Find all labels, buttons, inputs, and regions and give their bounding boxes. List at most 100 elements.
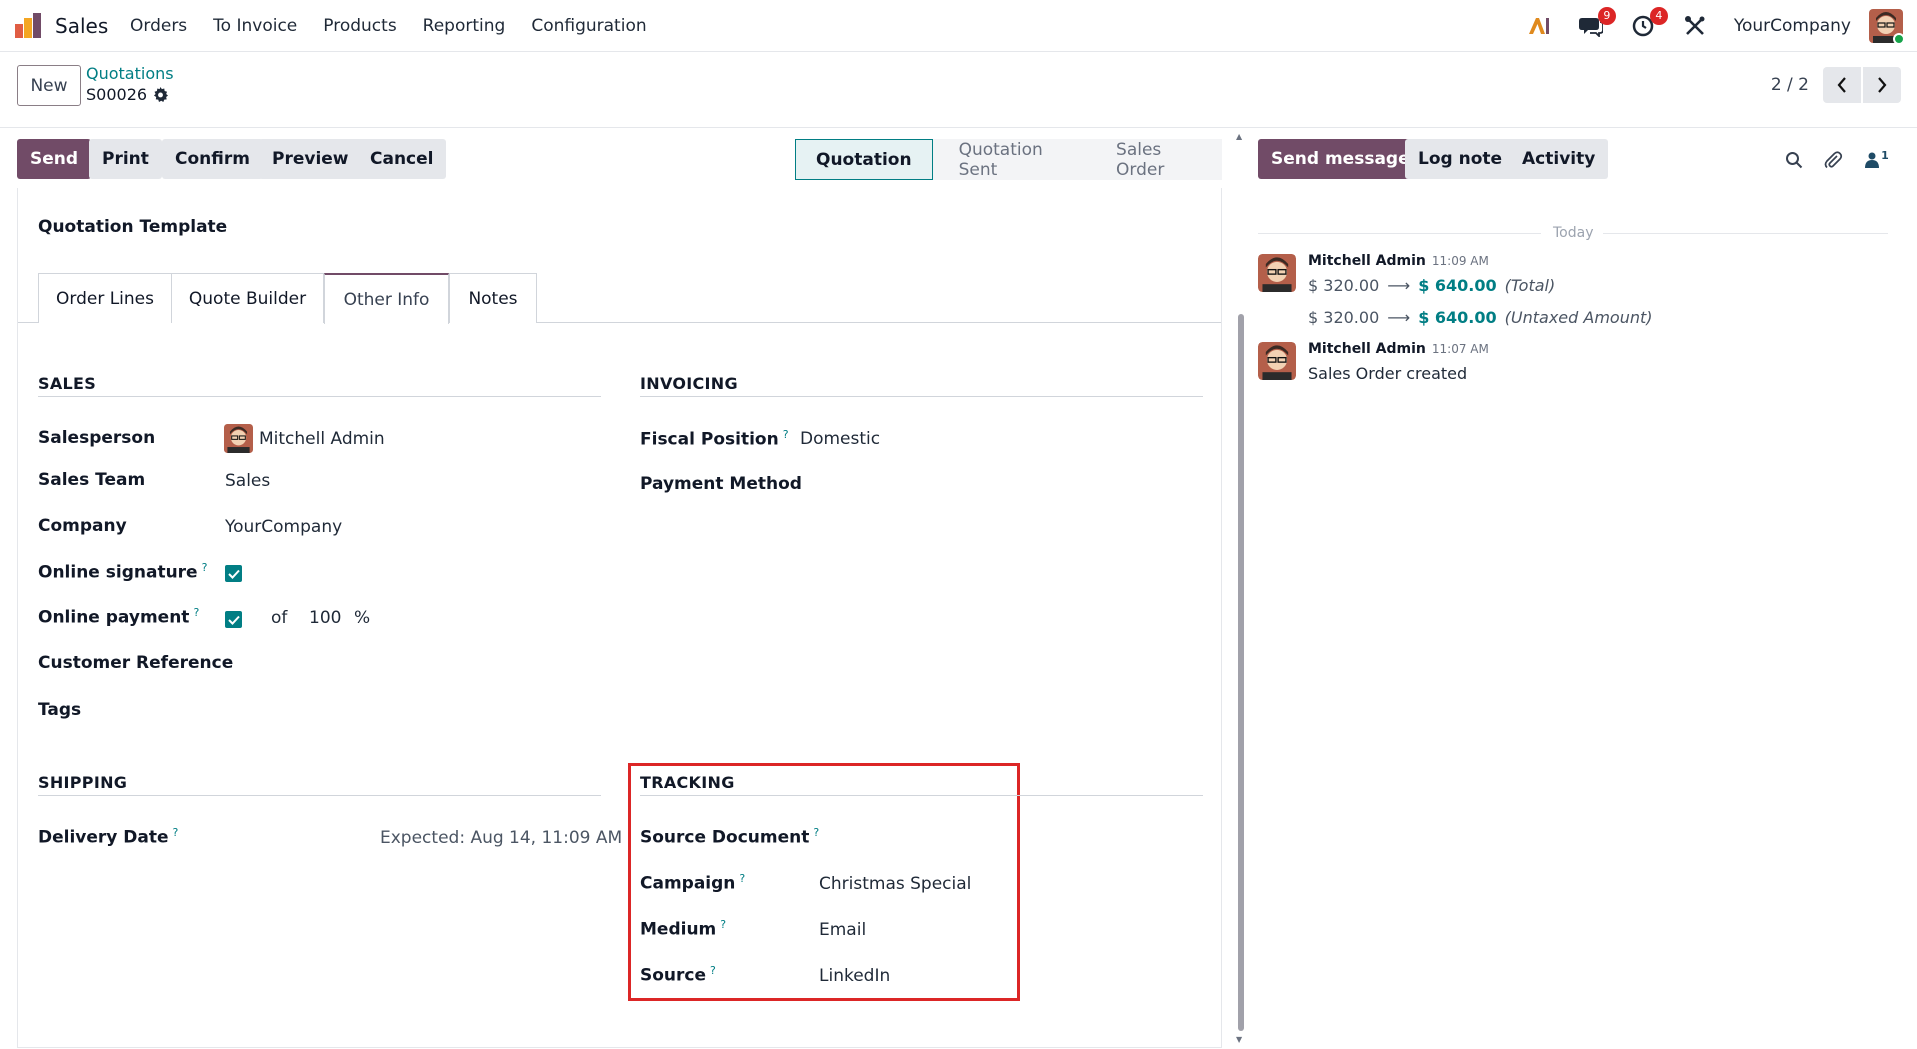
medium-value[interactable]: Email — [819, 920, 866, 940]
medium-label: Medium? — [640, 918, 727, 940]
salesperson-value: Mitchell Admin — [259, 428, 385, 449]
scroll-down-arrow[interactable]: ▼ — [1236, 1035, 1246, 1045]
today-label: Today — [1553, 225, 1594, 241]
company-switcher[interactable]: YourCompany — [1734, 16, 1851, 36]
message-author[interactable]: Mitchell Admin 11:09 AM — [1308, 253, 1489, 269]
messages-icon[interactable]: 9 — [1576, 7, 1616, 41]
company-value[interactable]: YourCompany — [225, 517, 342, 537]
message-time: 11:07 AM — [1431, 342, 1489, 356]
menu-to-invoice[interactable]: To Invoice — [213, 16, 297, 36]
salesperson-label: Salesperson — [38, 428, 156, 448]
main-menu: Orders To Invoice Products Reporting Con… — [130, 16, 673, 36]
status-quotation[interactable]: Quotation — [795, 139, 933, 180]
payment-method-input[interactable] — [800, 470, 1200, 500]
new-value: $ 640.00 — [1418, 276, 1497, 295]
breadcrumb-quotations[interactable]: Quotations — [86, 64, 174, 83]
user-avatar[interactable] — [1869, 9, 1905, 45]
customer-reference-input[interactable] — [225, 648, 595, 678]
scroll-up-arrow[interactable]: ▲ — [1236, 132, 1246, 142]
new-button[interactable]: New — [17, 65, 81, 106]
menu-reporting[interactable]: Reporting — [423, 16, 506, 36]
source-document-label: Source Document? — [640, 826, 820, 848]
message-author-avatar[interactable] — [1258, 342, 1296, 380]
ai-icon[interactable] — [1524, 11, 1554, 41]
tab-other-info[interactable]: Other Info — [324, 273, 449, 324]
pager-value[interactable]: 2 / 2 — [1771, 75, 1809, 95]
app-name[interactable]: Sales — [55, 14, 108, 38]
delivery-date-label: Delivery Date? — [38, 826, 179, 848]
payment-method-label: Payment Method — [640, 474, 802, 494]
notebook-tabs: Order Lines Quote Builder Other Info Not… — [18, 273, 1221, 324]
followers-button[interactable]: 1 — [1860, 148, 1894, 172]
tags-label: Tags — [38, 700, 82, 720]
breadcrumb-current: S00026 — [86, 85, 169, 104]
form-action-bar: Send Print Confirm Preview Cancel Quotat… — [0, 128, 1222, 188]
message-body: Sales Order created — [1308, 364, 1468, 383]
campaign-label: Campaign? — [640, 872, 746, 894]
send-message-button[interactable]: Send message — [1258, 139, 1423, 179]
paperclip-icon[interactable] — [1821, 148, 1845, 172]
tab-quote-builder[interactable]: Quote Builder — [171, 273, 324, 323]
tab-notes[interactable]: Notes — [449, 273, 537, 323]
sales-divider — [38, 396, 601, 397]
help-icon: ? — [193, 606, 200, 619]
campaign-value[interactable]: Christmas Special — [819, 874, 971, 894]
source-value[interactable]: LinkedIn — [819, 966, 890, 986]
tools-icon[interactable] — [1680, 11, 1710, 41]
salesperson-avatar — [224, 424, 253, 453]
systray: 9 4 YourCompany — [1502, 7, 1905, 45]
activities-badge: 4 — [1649, 7, 1668, 25]
preview-button[interactable]: Preview — [259, 139, 362, 179]
message-author[interactable]: Mitchell Admin 11:07 AM — [1308, 341, 1489, 357]
source-document-input[interactable] — [818, 822, 1008, 852]
today-separator: Today — [1258, 223, 1888, 243]
help-icon: ? — [739, 872, 746, 885]
pager: 2 / 2 — [1771, 67, 1901, 103]
menu-products[interactable]: Products — [323, 16, 396, 36]
form-scrollbar[interactable] — [1238, 314, 1244, 1031]
sales-app-icon[interactable] — [14, 12, 42, 40]
send-button[interactable]: Send — [17, 139, 92, 179]
online-payment-checkbox[interactable] — [225, 611, 242, 628]
search-icon[interactable] — [1782, 148, 1806, 172]
sales-team-value[interactable]: Sales — [225, 471, 270, 491]
tab-order-lines[interactable]: Order Lines — [38, 273, 172, 323]
status-quotation-sent[interactable]: Quotation Sent — [932, 139, 1091, 180]
activities-clock-icon[interactable]: 4 — [1628, 7, 1668, 41]
company-label: Company — [38, 516, 127, 536]
followers-count: 1 — [1881, 148, 1889, 162]
prepayment-percent-input[interactable]: 100 — [309, 608, 341, 628]
confirm-button[interactable]: Confirm — [162, 139, 263, 179]
cancel-button[interactable]: Cancel — [357, 139, 447, 179]
pager-previous-button[interactable] — [1823, 67, 1861, 103]
old-value: $ 320.00 — [1308, 308, 1380, 327]
gear-icon[interactable] — [153, 87, 169, 102]
activity-button[interactable]: Activity — [1509, 139, 1609, 179]
check-icon — [227, 569, 240, 579]
invoicing-divider — [640, 396, 1203, 397]
new-value: $ 640.00 — [1418, 308, 1497, 327]
salesperson-field[interactable]: Mitchell Admin — [224, 424, 385, 453]
menu-configuration[interactable]: Configuration — [531, 16, 646, 36]
fiscal-position-value[interactable]: Domestic — [800, 429, 880, 449]
help-icon: ? — [172, 826, 179, 839]
log-note-button[interactable]: Log note — [1405, 139, 1516, 179]
chevron-left-icon — [1837, 77, 1846, 93]
online-status-dot — [1893, 33, 1905, 45]
menu-orders[interactable]: Orders — [130, 16, 187, 36]
changed-field-name: (Untaxed Amount) — [1504, 308, 1653, 327]
sales-team-label: Sales Team — [38, 470, 146, 490]
shipping-divider — [38, 795, 601, 796]
pager-next-button[interactable] — [1863, 67, 1901, 103]
print-button[interactable]: Print — [89, 139, 162, 179]
online-signature-checkbox[interactable] — [225, 565, 242, 582]
message-author-avatar[interactable] — [1258, 254, 1296, 292]
tracking-change-total: $ 320.00 ⟶ $ 640.00 (Total) — [1308, 276, 1555, 295]
help-icon: ? — [710, 964, 716, 977]
form-sheet: Quotation Template Order Lines Quote Bui… — [17, 188, 1222, 1048]
delivery-date-value[interactable]: Expected: Aug 14, 11:09 AM — [380, 828, 622, 848]
online-payment-label: Online payment? — [38, 606, 200, 628]
user-icon — [1865, 152, 1880, 168]
tags-input[interactable] — [225, 694, 595, 724]
status-sales-order[interactable]: Sales Order — [1090, 139, 1222, 180]
